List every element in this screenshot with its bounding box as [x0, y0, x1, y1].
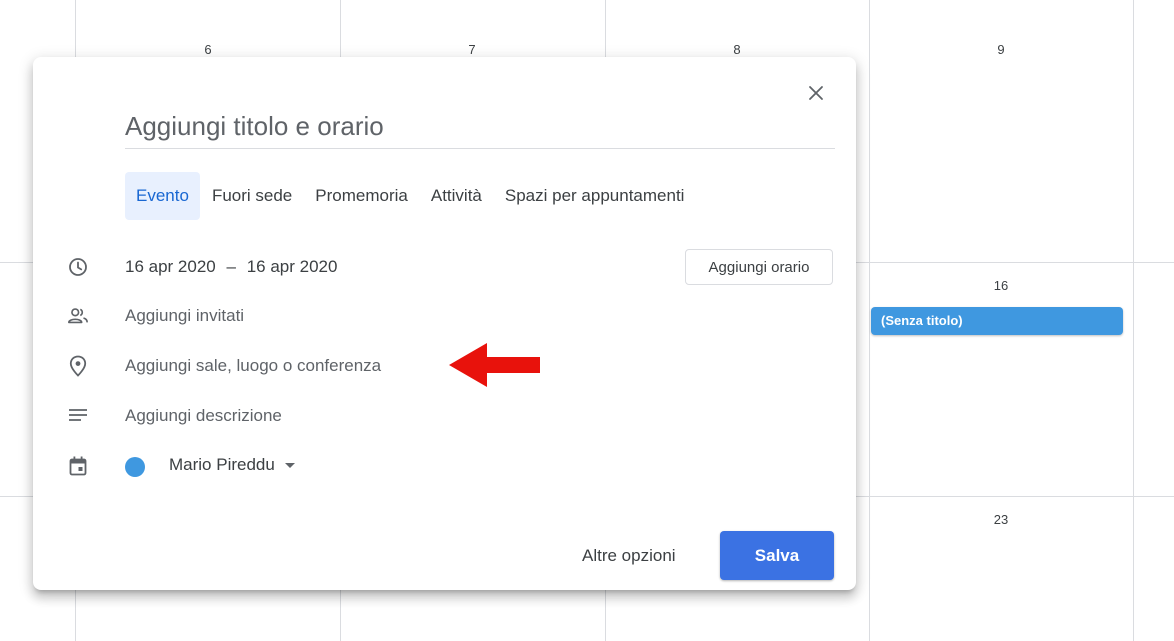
grid-line: [1133, 0, 1134, 641]
close-button[interactable]: [801, 78, 831, 108]
location-pin-icon: [67, 355, 89, 377]
red-arrow-icon: [449, 343, 540, 387]
add-location[interactable]: Aggiungi sale, luogo o conferenza: [125, 356, 381, 376]
tab-promemoria[interactable]: Promemoria: [304, 172, 419, 220]
calendar-owner: Mario Pireddu: [169, 455, 275, 474]
end-date[interactable]: 16 apr 2020: [247, 257, 338, 276]
date-range[interactable]: 16 apr 2020 – 16 apr 2020: [125, 257, 343, 277]
calendar-icon: [67, 455, 89, 477]
location-row[interactable]: Aggiungi sale, luogo o conferenza: [33, 346, 856, 386]
close-icon: [809, 86, 823, 100]
day-number[interactable]: 7: [452, 42, 492, 57]
chevron-down-icon: [284, 462, 295, 468]
title-input[interactable]: [125, 105, 835, 147]
people-icon: [67, 305, 89, 327]
day-number[interactable]: 6: [188, 42, 228, 57]
clock-icon: [67, 256, 89, 278]
tab-fuori-sede[interactable]: Fuori sede: [201, 172, 303, 220]
event-dialog: Evento Fuori sede Promemoria Attività Sp…: [33, 57, 856, 590]
date-separator: –: [226, 257, 236, 276]
tab-attivita[interactable]: Attività: [420, 172, 493, 220]
add-guests[interactable]: Aggiungi invitati: [125, 306, 244, 326]
day-number[interactable]: 16: [981, 278, 1021, 293]
title-field-wrapper: [125, 105, 835, 149]
day-number[interactable]: 23: [981, 512, 1021, 527]
tab-evento[interactable]: Evento: [125, 172, 200, 220]
day-number[interactable]: 8: [717, 42, 757, 57]
day-number[interactable]: 9: [981, 42, 1021, 57]
more-options-button[interactable]: Altre opzioni: [574, 532, 684, 580]
add-time-button[interactable]: Aggiungi orario: [685, 249, 833, 285]
tab-spazi-per-appuntamenti[interactable]: Spazi per appuntamenti: [494, 172, 696, 220]
calendar-view: 6 7 8 9 16 23 (Senza titolo) Evento Fuor…: [0, 0, 1174, 641]
event-chip[interactable]: (Senza titolo): [871, 307, 1123, 335]
calendar-owner-row: Mario Pireddu: [33, 446, 856, 486]
add-description[interactable]: Aggiungi descrizione: [125, 406, 282, 426]
calendar-color-dot: [125, 457, 145, 477]
date-row: 16 apr 2020 – 16 apr 2020 Aggiungi orari…: [33, 247, 856, 287]
grid-line: [869, 0, 870, 641]
start-date[interactable]: 16 apr 2020: [125, 257, 216, 276]
guests-row[interactable]: Aggiungi invitati: [33, 296, 856, 336]
calendar-select[interactable]: Mario Pireddu: [169, 455, 295, 475]
save-button[interactable]: Salva: [720, 531, 834, 580]
description-row[interactable]: Aggiungi descrizione: [33, 396, 856, 436]
notes-icon: [67, 405, 89, 427]
event-type-tabs: Evento Fuori sede Promemoria Attività Sp…: [125, 172, 696, 220]
